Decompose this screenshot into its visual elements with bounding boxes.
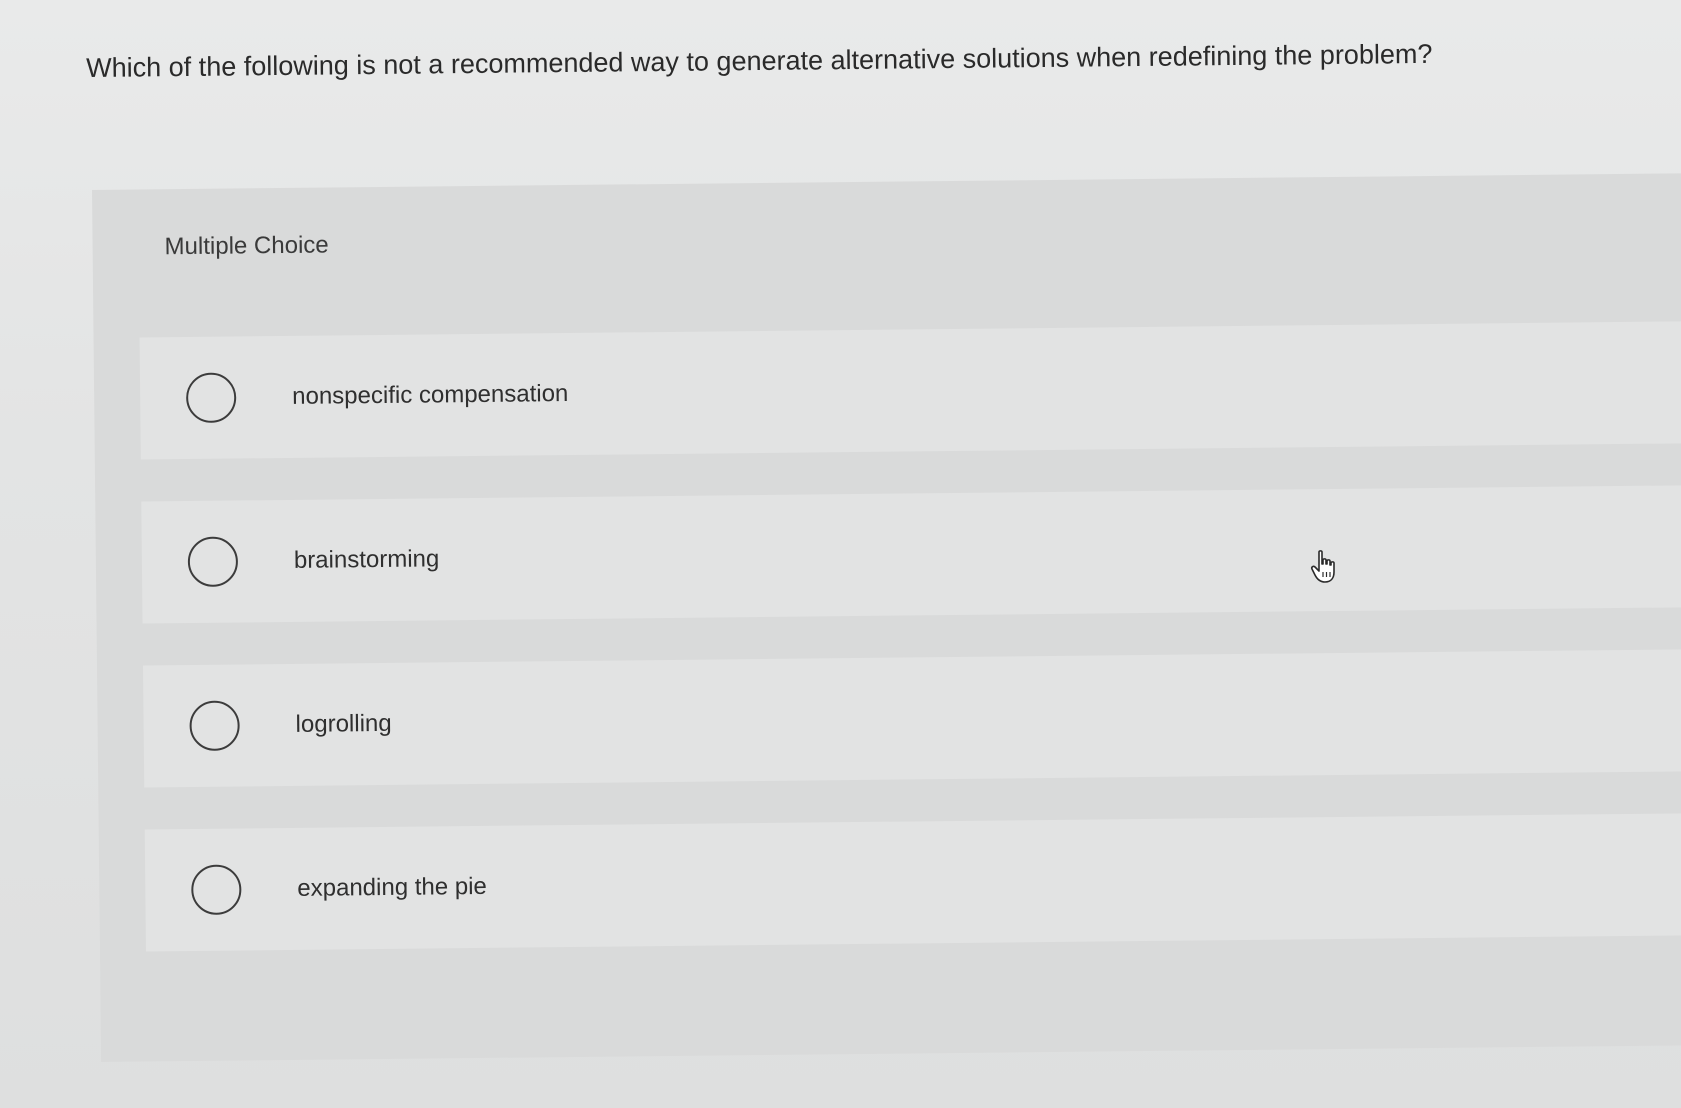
radio-button[interactable] [185, 372, 237, 424]
question-prompt: Which of the following is not a recommen… [86, 38, 1433, 83]
choice-option-nonspecific-compensation[interactable]: nonspecific compensation [139, 321, 1681, 460]
radio-button[interactable] [187, 536, 239, 588]
radio-button[interactable] [189, 700, 240, 752]
answer-panel: Multiple Choice nonspecific compensation… [92, 173, 1681, 1062]
hand-pointer-icon [1310, 550, 1335, 583]
choice-list: nonspecific compensation brainstorming l… [139, 321, 1681, 993]
choice-label: logrolling [295, 709, 392, 738]
choice-label: nonspecific compensation [292, 380, 569, 410]
choice-label: expanding the pie [297, 872, 487, 902]
quiz-page: Which of the following is not a recommen… [0, 0, 1681, 1108]
choice-option-logrolling[interactable]: logrolling [142, 649, 1681, 788]
question-type-label: Multiple Choice [164, 231, 329, 261]
choice-label: brainstorming [293, 545, 440, 574]
radio-button[interactable] [191, 864, 242, 915]
choice-option-expanding-the-pie[interactable]: expanding the pie [144, 813, 1681, 952]
choice-option-brainstorming[interactable]: brainstorming [141, 485, 1681, 624]
